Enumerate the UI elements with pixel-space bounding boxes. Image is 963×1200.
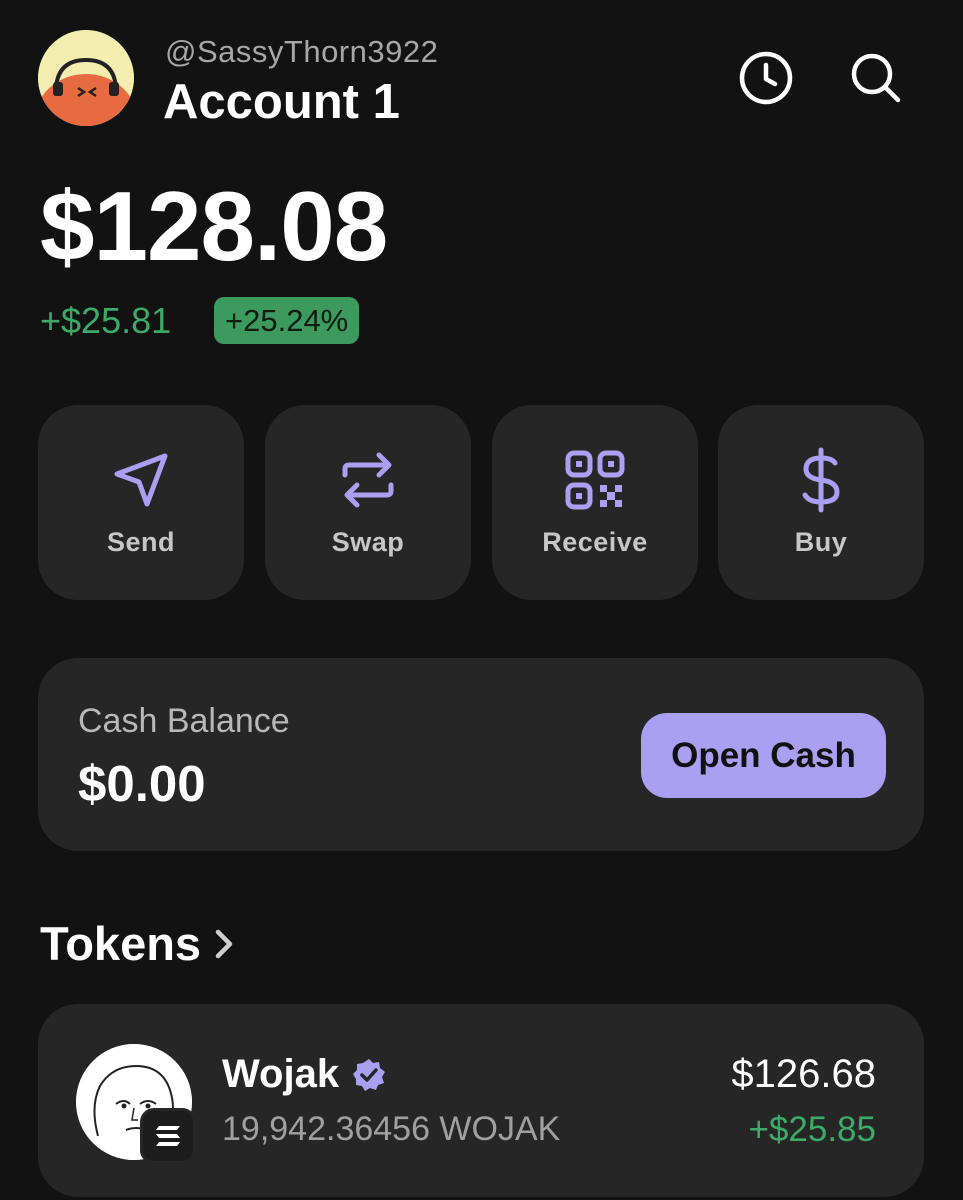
account-name[interactable]: Account 1	[163, 74, 400, 130]
open-cash-button[interactable]: Open Cash	[641, 713, 886, 798]
balance-change-amount: +$25.81	[40, 300, 172, 341]
swap-button[interactable]: Swap	[265, 405, 471, 600]
send-label: Send	[106, 527, 175, 557]
username: @SassyThorn3922	[165, 34, 439, 69]
balance-change-percent-badge: +25.24%	[214, 297, 360, 344]
receive-label: Receive	[542, 527, 648, 557]
qr-code-icon	[492, 447, 698, 513]
swap-icon	[265, 447, 471, 513]
verified-badge-icon	[353, 1058, 386, 1091]
chevron-right-icon	[215, 929, 233, 958]
dollar-icon	[718, 447, 924, 513]
token-row-wojak[interactable]: Wojak 19,942.36456 WOJAK $126.68 +$25.85	[38, 1004, 924, 1197]
cash-balance-value: $0.00	[78, 755, 206, 812]
cash-balance-title: Cash Balance	[78, 702, 290, 740]
solana-chain-icon	[140, 1108, 196, 1164]
token-name-label: Wojak	[222, 1052, 340, 1096]
tokens-heading-link[interactable]: Tokens	[40, 916, 235, 971]
receive-button[interactable]: Receive	[492, 405, 698, 600]
cash-balance-card[interactable]: Cash Balance $0.00 Open Cash	[38, 658, 924, 851]
search-icon[interactable]	[846, 48, 906, 108]
token-usd-value: $126.68	[731, 1052, 876, 1096]
send-button[interactable]: Send	[38, 405, 244, 600]
token-name: Wojak	[222, 1052, 387, 1097]
avatar[interactable]	[38, 30, 134, 126]
swap-label: Swap	[331, 527, 405, 557]
total-balance: $128.08	[40, 171, 388, 281]
buy-label: Buy	[794, 527, 848, 557]
token-amount: 19,942.36456 WOJAK	[222, 1110, 561, 1148]
avatar-image	[38, 30, 134, 126]
send-icon	[38, 447, 244, 513]
tokens-heading: Tokens	[40, 917, 202, 970]
buy-button[interactable]: Buy	[718, 405, 924, 600]
clock-icon[interactable]	[736, 48, 796, 108]
token-change: +$25.85	[748, 1110, 877, 1149]
